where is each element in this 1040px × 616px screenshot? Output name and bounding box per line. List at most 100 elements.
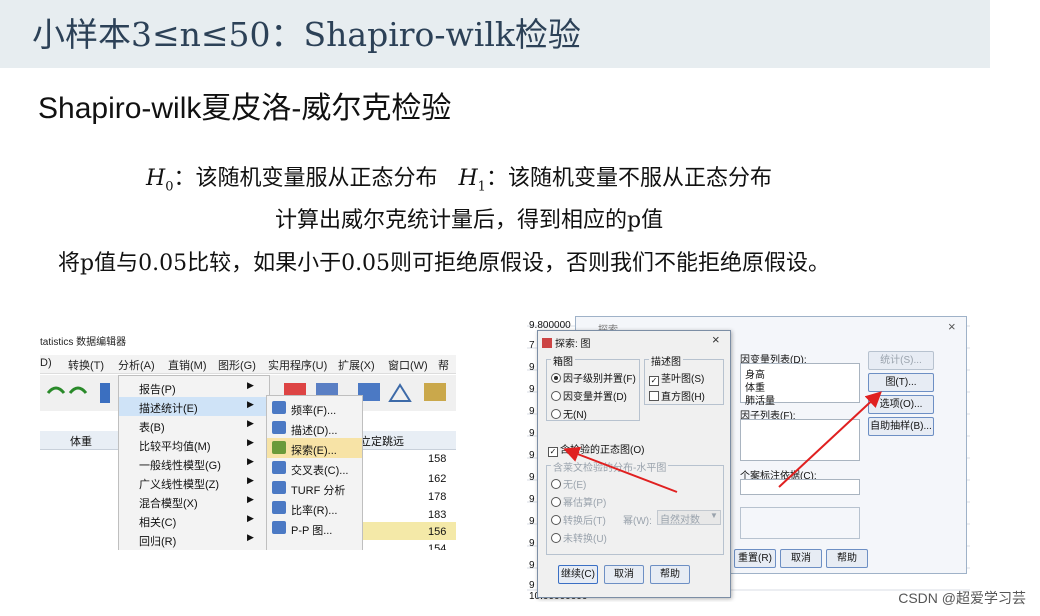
menu-item-pp-plot[interactable]: P-P 图...: [267, 518, 362, 538]
menu-item-explore[interactable]: 探索(E)...: [267, 438, 362, 458]
row-label: 9: [529, 472, 535, 483]
cell-value[interactable]: 178: [428, 491, 446, 503]
factor-list-box[interactable]: [740, 419, 860, 461]
spread-option-untransformed[interactable]: 未转换(U): [551, 530, 607, 545]
menu-item-correlate[interactable]: 相关(C) ▶: [119, 511, 269, 530]
descriptives-icon: [272, 421, 286, 434]
descriptive-submenu: 频率(F)... 描述(D)... 探索(E)... 交叉表(C)... TUR…: [266, 395, 363, 550]
pp-plot-icon: [272, 521, 286, 534]
spread-option-power[interactable]: 幂估算(P): [551, 494, 606, 509]
analyze-menu: 报告(P) ▶ 描述统计(E) ▶ 表(B) ▶ 比较平均值(M) ▶ 一般线性模型(G…: [118, 375, 270, 550]
close-icon[interactable]: ×: [948, 319, 956, 334]
menu-item-gzlm[interactable]: 广义线性模型(Z) ▶: [119, 473, 269, 492]
boxplot-option-factor[interactable]: 因子级别并置(F): [551, 370, 636, 385]
frequencies-icon: [272, 401, 286, 414]
watermark: CSDN @超爱学习芸: [898, 590, 1026, 606]
turf-icon: [272, 481, 286, 494]
row-label: 9: [529, 384, 535, 395]
continue-button[interactable]: 继续(C): [558, 565, 598, 584]
menu-item-glm[interactable]: 一般线性模型(G) ▶: [119, 454, 269, 473]
spss-icon: [542, 338, 552, 348]
case-label-field[interactable]: [740, 479, 860, 495]
menu-item-compare-means[interactable]: 比较平均值(M) ▶: [119, 435, 269, 454]
menu-item-frequencies[interactable]: 频率(F)...: [267, 398, 362, 418]
inner-help-button[interactable]: 帮助: [650, 565, 690, 584]
spss-window-title: tatistics 数据编辑器: [40, 337, 127, 348]
power-label: 幂(W):: [623, 516, 652, 527]
spss-dialog-screenshot: 9.800000 7 9 9 9 9 9 9 9 9 9 9 9 10.0000…: [527, 312, 970, 602]
boxplot-option-none[interactable]: 无(N): [551, 406, 587, 421]
spread-group-label: 含莱文检验的分布-水平图: [551, 459, 669, 474]
inner-cancel-button[interactable]: 取消: [604, 565, 644, 584]
menu-item-ratio[interactable]: 比率(R)...: [267, 498, 362, 518]
cancel-button[interactable]: 取消: [780, 549, 822, 568]
banner-title: 小样本3≤n≤50：Shapiro-wilk检验: [32, 15, 581, 54]
statistics-button[interactable]: 统计(S)...: [868, 351, 934, 370]
decision-line: 将p值与0.05比较，如果小于0.05则可拒绝原假设，否则我们不能拒绝原假设。: [58, 251, 831, 276]
row-label: 9: [529, 516, 535, 527]
menu-extensions[interactable]: 扩展(X): [338, 357, 375, 373]
row-label: 9: [529, 450, 535, 461]
menu-item-turf[interactable]: TURF 分析: [267, 478, 362, 498]
menu-transform[interactable]: 转换(T): [68, 357, 104, 373]
row-label: 9: [529, 580, 535, 591]
spss-menu-screenshot: tatistics 数据编辑器 D) 转换(T) 分析(A) 直销(M) 图形(…: [40, 333, 456, 550]
cell-value[interactable]: 154: [428, 543, 446, 550]
h1-sub: 1: [477, 179, 486, 195]
plots-dialog-title: 探索: 图: [542, 335, 591, 350]
menu-analyze[interactable]: 分析(A): [118, 357, 155, 373]
col-jump-header[interactable]: 立定跳远: [360, 433, 404, 449]
chevron-down-icon: ▼: [710, 511, 718, 520]
menu-item-regression[interactable]: 回归(R) ▶: [119, 530, 269, 549]
row-label: 9: [529, 560, 535, 571]
cell-value[interactable]: 162: [428, 473, 446, 485]
help-button[interactable]: 帮助: [826, 549, 868, 568]
display-group: [740, 507, 860, 539]
dependent-list-box[interactable]: 身高 体重 肺活量: [740, 363, 860, 407]
spread-option-transformed[interactable]: 转换后(T): [551, 512, 606, 527]
dependent-item[interactable]: 肺活量: [745, 392, 775, 407]
menu-utilities[interactable]: 实用程序(U): [268, 357, 327, 373]
menu-item-descriptive[interactable]: 描述统计(E) ▶: [119, 397, 269, 416]
close-icon[interactable]: ×: [712, 332, 720, 347]
options-button[interactable]: 选项(O)...: [868, 395, 934, 414]
crosstabs-icon: [272, 461, 286, 474]
spread-option-none[interactable]: 无(E): [551, 476, 586, 491]
h1-var: H: [458, 166, 478, 191]
row-label: 9: [529, 406, 535, 417]
menu-data[interactable]: D): [40, 357, 52, 369]
descriptive-group: 描述图 ✓ 茎叶图(S) 直方图(H): [644, 353, 724, 405]
row-label: 9: [529, 362, 535, 373]
histogram-checkbox[interactable]: 直方图(H): [649, 388, 705, 403]
explore-plots-dialog: 探索: 图 × 箱图 因子级别并置(F) 因变量并置(D) 无(N) 描述图 ✓…: [537, 330, 731, 598]
boxplot-option-dependent[interactable]: 因变量并置(D): [551, 388, 627, 403]
bootstrap-button[interactable]: 自助抽样(B)...: [868, 417, 934, 436]
normality-plots-checkbox[interactable]: ✓ 含检验的正态图(O): [548, 441, 644, 457]
menu-item-reports[interactable]: 报告(P) ▶: [119, 378, 269, 397]
h0-var: H: [146, 166, 166, 191]
menu-graphs[interactable]: 图形(G): [218, 357, 256, 373]
menu-item-descriptives[interactable]: 描述(D)...: [267, 418, 362, 438]
reset-button[interactable]: 重置(R): [734, 549, 776, 568]
boxplot-group-label: 箱图: [551, 353, 575, 368]
cell-value[interactable]: 183: [428, 509, 446, 521]
menu-direct[interactable]: 直销(M): [168, 357, 207, 373]
row-label: 9: [529, 538, 535, 549]
row-label: 9: [529, 428, 535, 439]
power-select[interactable]: 自然对数 ▼: [657, 510, 721, 526]
menu-help[interactable]: 帮: [438, 357, 449, 373]
boxplot-group: 箱图 因子级别并置(F) 因变量并置(D) 无(N): [546, 353, 640, 421]
menu-window[interactable]: 窗口(W): [388, 357, 428, 373]
menu-item-mixed[interactable]: 混合模型(X) ▶: [119, 492, 269, 511]
cell-value[interactable]: 156: [428, 526, 446, 538]
cell-value[interactable]: 158: [428, 453, 446, 465]
plots-button[interactable]: 图(T)...: [868, 373, 934, 392]
col-weight-header[interactable]: 体重: [70, 433, 92, 449]
pvalue-line: 计算出威尔克统计量后，得到相应的p值: [275, 208, 664, 233]
h0-text: ：该随机变量服从正态分布: [173, 166, 438, 191]
stem-leaf-checkbox[interactable]: ✓ 茎叶图(S): [649, 370, 704, 386]
explore-icon: [272, 441, 286, 454]
menu-item-tables[interactable]: 表(B) ▶: [119, 416, 269, 435]
menu-item-crosstabs[interactable]: 交叉表(C)...: [267, 458, 362, 478]
spss-menubar: D) 转换(T) 分析(A) 直销(M) 图形(G) 实用程序(U) 扩展(X)…: [40, 355, 456, 374]
